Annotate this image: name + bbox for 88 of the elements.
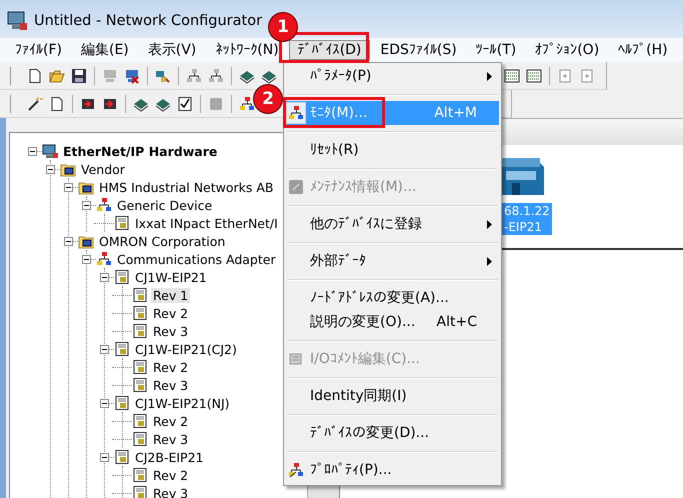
tree-item[interactable]: CJ1W-EIP21 [133, 270, 209, 284]
open-folder-icon[interactable] [49, 68, 65, 84]
menu-item[interactable]: ｵﾌﾟｼｮﾝ(O) [526, 40, 608, 60]
tree-item[interactable]: Ixxat INpact EtherNet/I [133, 216, 280, 230]
document-plus-icon[interactable] [557, 68, 573, 84]
menu-item[interactable]: 外部ﾃﾞｰﾀ [286, 249, 499, 273]
document-icon [114, 449, 130, 465]
tree-item[interactable]: HMS Industrial Networks AB [97, 180, 276, 194]
document-icon [114, 215, 130, 231]
submenu-arrow-icon [486, 220, 492, 228]
document-icon [132, 431, 148, 447]
document-icon [132, 305, 148, 321]
network-icon[interactable] [208, 68, 224, 84]
tree-item[interactable]: Vendor [79, 162, 127, 176]
submenu-arrow-icon [486, 72, 492, 80]
expander-icon[interactable] [82, 254, 91, 264]
document-plus-icon[interactable] [579, 68, 595, 84]
menu-item[interactable]: ﾌﾟﾛﾊﾟﾃｨ(P)... [286, 458, 499, 482]
menu-item[interactable]: ﾃﾞﾊﾞｲｽの変更(D)... [286, 421, 499, 445]
expander-icon[interactable] [100, 452, 109, 462]
checkbox-icon[interactable] [177, 96, 193, 112]
tree-item[interactable]: Rev 2 [151, 414, 190, 428]
grid-icon[interactable] [526, 68, 542, 84]
network-icon[interactable] [239, 96, 255, 112]
expander-icon[interactable] [82, 200, 91, 210]
tree-item[interactable]: Rev 3 [151, 378, 190, 392]
expander-icon[interactable] [100, 398, 109, 408]
menu-item-icon [288, 462, 304, 478]
menu-item-icon [288, 351, 304, 367]
network-icon [96, 251, 112, 267]
new-file-icon[interactable] [27, 68, 43, 84]
document-icon [132, 377, 148, 393]
menu-item[interactable]: ﾈｯﾄﾜｰｸ(N) [206, 40, 288, 60]
document-icon [132, 323, 148, 339]
menu-item-icon [288, 105, 304, 121]
document-icon [132, 467, 148, 483]
device-label: 68.1.22 -EIP21 [502, 203, 552, 235]
expander-icon[interactable] [100, 272, 109, 282]
menu-item[interactable]: EDSﾌｧｲﾙ(S) [371, 40, 466, 60]
tree-item[interactable]: CJ2B-EIP21 [133, 450, 206, 464]
network-icon[interactable] [186, 68, 202, 84]
tree-item[interactable]: Communications Adapter [115, 252, 278, 266]
menu-item[interactable]: ﾂｰﾙ(T) [466, 40, 526, 60]
tree-item[interactable]: OMRON Corporation [97, 234, 228, 248]
tree-item[interactable]: Rev 3 [151, 486, 190, 498]
menu-item[interactable]: ﾊﾟﾗﾒｰﾀ(P) [286, 64, 499, 88]
menu-item[interactable]: 編集(E) [72, 39, 138, 61]
menu-item[interactable]: ﾍﾙﾌﾟ(H) [609, 40, 677, 60]
document-icon [114, 269, 130, 285]
computer-icon [42, 143, 58, 159]
tree-item[interactable]: Rev 2 [151, 360, 190, 374]
expander-icon[interactable] [28, 146, 37, 156]
computer-x-icon[interactable] [124, 68, 140, 84]
menu-item[interactable]: 表示(V) [138, 39, 206, 61]
tree-item[interactable]: CJ1W-EIP21(CJ2) [133, 342, 239, 356]
tree-item[interactable]: CJ1W-EIP21(NJ) [133, 396, 232, 410]
tree-item[interactable]: Generic Device [115, 198, 214, 212]
save-icon[interactable] [71, 68, 87, 84]
menu-item[interactable]: ﾃﾞﾊﾞｲｽ(D) [288, 40, 370, 60]
tree-item[interactable]: Rev 3 [151, 432, 190, 446]
wand-icon[interactable] [27, 96, 43, 112]
menu-item-icon [288, 179, 304, 195]
menu-item[interactable]: ﾘｾｯﾄ(R) [286, 138, 499, 162]
document-icon [114, 341, 130, 357]
tree-item[interactable]: Rev 1 [151, 288, 190, 302]
expander-icon[interactable] [64, 236, 73, 246]
menu-item[interactable]: Identity同期(I) [286, 384, 499, 408]
document-icon [114, 395, 130, 411]
menu-item[interactable]: 説明の変更(O)... Alt+C [286, 310, 499, 334]
tree-item[interactable]: EtherNet/IP Hardware [61, 144, 220, 158]
expander-icon[interactable] [100, 344, 109, 354]
document-icon[interactable] [49, 96, 65, 112]
app-icon [6, 10, 28, 32]
tree-item[interactable]: Rev 2 [151, 468, 190, 482]
menu-item[interactable]: 他のﾃﾞﾊﾞｲｽに登録 [286, 212, 499, 236]
document-icon [132, 359, 148, 375]
window-title: Untitled - Network Configurator [34, 13, 262, 29]
document-icon [132, 287, 148, 303]
expander-icon[interactable] [46, 164, 55, 174]
grid-icon[interactable] [504, 68, 520, 84]
menu-item[interactable]: ﾉｰﾄﾞｱﾄﾞﾚｽの変更(A)... [286, 286, 499, 310]
network-icon [96, 197, 112, 213]
submenu-arrow-icon [486, 256, 492, 266]
expander-icon[interactable] [64, 182, 73, 192]
document-icon [132, 413, 148, 429]
tree-item[interactable]: Rev 3 [151, 324, 190, 338]
tree-item[interactable]: Rev 2 [151, 306, 190, 320]
menu-item[interactable]: ﾌｧｲﾙ(F) [6, 40, 71, 60]
